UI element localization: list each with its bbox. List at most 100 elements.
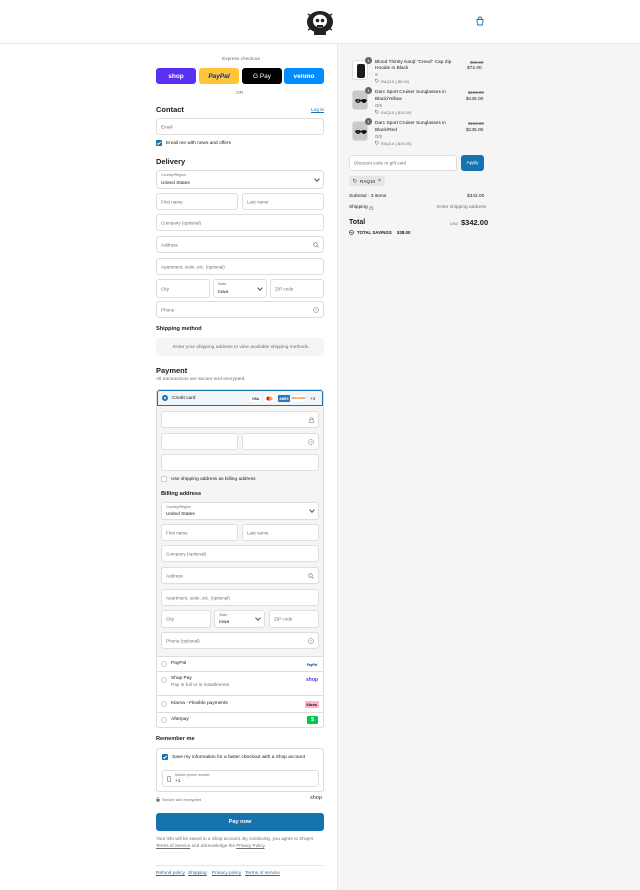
afterpay-radio[interactable] (161, 717, 167, 723)
shop-pay-radio[interactable] (161, 677, 167, 683)
billing-first-name-field[interactable]: First name (161, 524, 238, 541)
company-placeholder: Company (optional) (161, 220, 202, 225)
billing-phone-field[interactable]: Phone (optional) ? (161, 632, 319, 649)
billing-first-name-placeholder: First name (166, 530, 188, 535)
klarna-radio[interactable] (161, 701, 167, 707)
name-on-card-field[interactable] (161, 454, 319, 471)
google-pay-button[interactable]: G Pay (242, 68, 282, 84)
billing-zip-placeholder: ZIP code (274, 616, 293, 622)
help-circle-icon[interactable]: ? (313, 307, 319, 313)
shipping-method-title: Shipping method (156, 326, 202, 332)
company-field[interactable]: Company (optional) (156, 214, 324, 231)
save-info-checkbox[interactable] (162, 754, 168, 760)
apply-button[interactable]: Apply (461, 155, 484, 171)
login-link[interactable]: Log in (311, 108, 324, 113)
visa-icon: VISA (250, 395, 261, 402)
shop-pay-button[interactable]: shop (156, 68, 196, 84)
legal-period: . (264, 843, 266, 848)
legal-text: Your info will be saved to a Shop accoun… (156, 836, 314, 841)
secure-encrypted-text: Secure and encrypted (162, 797, 202, 802)
svg-text:?: ? (310, 639, 312, 643)
paypal-option[interactable]: PayPal PayPal (157, 656, 323, 671)
help-circle-icon[interactable]: ? (308, 638, 314, 644)
country-select[interactable]: Country/Region United States (156, 170, 324, 189)
email-field[interactable]: Email (156, 118, 324, 135)
pay-now-button[interactable]: Pay now (156, 813, 324, 831)
remove-tag-icon[interactable]: × (378, 178, 381, 184)
afterpay-option[interactable]: Afterpay $ (157, 712, 323, 727)
refund-policy-link[interactable]: Refund policy (156, 871, 185, 876)
credit-card-radio[interactable] (162, 395, 168, 401)
product-name: Black/Red (375, 128, 397, 133)
product-variant: O/S (375, 134, 383, 139)
help-circle-icon[interactable]: ? (369, 206, 374, 211)
billing-company-placeholder: Company (optional) (166, 551, 207, 556)
contact-title: Contact (156, 105, 184, 114)
billing-last-name-field[interactable]: Last name (242, 524, 319, 541)
subtotal-value: $342.00 (467, 194, 485, 199)
discount-code-input[interactable]: Discount code or gift card (349, 155, 457, 171)
billing-city-field[interactable]: City (161, 610, 211, 628)
venmo-button[interactable]: venmo (284, 68, 324, 84)
billing-state-select[interactable]: State Iowa (214, 610, 265, 628)
mobile-phone-value: +1 (175, 779, 181, 784)
last-name-field[interactable]: Last name (242, 193, 324, 210)
shop-pay-subtext: Pay in full or in installments (171, 683, 230, 688)
billing-country-select[interactable]: Country/Region United States (161, 502, 319, 520)
email-placeholder: Email (161, 124, 173, 129)
billing-state-label: State (219, 613, 228, 617)
billing-company-field[interactable]: Company (optional) (161, 545, 319, 562)
product-variant: O/S (375, 103, 383, 108)
terms-of-service-link[interactable]: Terms of Service (156, 843, 190, 848)
billing-state-value: Iowa (219, 620, 230, 625)
first-name-field[interactable]: First name (156, 193, 238, 210)
product-name: Darc Sport Cruiser Sunglasses in (375, 90, 446, 95)
credit-card-option[interactable]: Credit card VISA AMEX DISCOVER +4 (157, 390, 323, 406)
search-icon (313, 242, 319, 248)
state-value: Iowa (218, 290, 229, 295)
more-brands-count[interactable]: +4 (310, 396, 315, 401)
address-field[interactable]: Address (156, 236, 324, 253)
klarna-option[interactable]: Klarna - Flexible payments Klarna. (157, 695, 323, 712)
use-shipping-checkbox[interactable] (161, 476, 167, 482)
paypal-radio[interactable] (161, 661, 167, 667)
privacy-policy-footer-link[interactable]: Privacy policy (212, 871, 241, 876)
tag-icon (375, 141, 379, 145)
state-select[interactable]: State Iowa (213, 279, 267, 298)
phone-field[interactable]: Phone ? (156, 301, 324, 318)
shipping-policy-link[interactable]: Shipping (188, 871, 207, 876)
zip-field[interactable]: ZIP code (270, 279, 324, 298)
lock-icon (156, 797, 160, 802)
newsletter-checkbox[interactable] (156, 140, 162, 146)
shop-pay-option[interactable]: Shop Pay Pay in full or in installments … (157, 671, 323, 695)
billing-address-field[interactable]: Address (161, 567, 319, 584)
billing-zip-field[interactable]: ZIP code (269, 610, 319, 628)
expiry-field[interactable] (161, 433, 238, 450)
terms-of-service-footer-link[interactable]: Terms of service (245, 871, 280, 876)
address-placeholder: Address (161, 242, 178, 247)
apartment-field[interactable]: Apartment, suite, etc. (optional) (156, 258, 324, 275)
privacy-policy-link[interactable]: Privacy Policy (236, 843, 264, 848)
shopping-bag-icon[interactable] (475, 16, 485, 26)
savings-tag-icon (349, 230, 354, 235)
klarna-label: Klarna - Flexible payments (171, 701, 228, 706)
billing-apartment-field[interactable]: Apartment, suite, etc. (optional) (161, 589, 319, 606)
or-divider: OR (236, 91, 244, 96)
chevron-down-icon (309, 507, 315, 513)
paypal-button[interactable]: PayPal (199, 68, 239, 84)
product-variant: S (375, 72, 378, 77)
billing-country-value: United States (166, 512, 195, 517)
card-number-field[interactable] (161, 411, 319, 428)
payment-title: Payment (156, 366, 188, 375)
security-code-field[interactable]: ? (242, 433, 319, 450)
mobile-phone-field[interactable]: Mobile phone number +1 (162, 770, 319, 787)
phone-placeholder: Phone (161, 307, 175, 312)
state-label: State (218, 282, 227, 286)
shop-pay-label: Shop Pay (171, 676, 192, 681)
help-circle-icon[interactable]: ? (308, 439, 314, 445)
shipping-value: Enter shipping address (437, 205, 487, 210)
city-field[interactable]: City (156, 279, 210, 298)
last-name-placeholder: Last name (247, 199, 269, 204)
original-price: $150.00 (468, 90, 484, 95)
skull-crest-logo[interactable] (305, 8, 335, 36)
